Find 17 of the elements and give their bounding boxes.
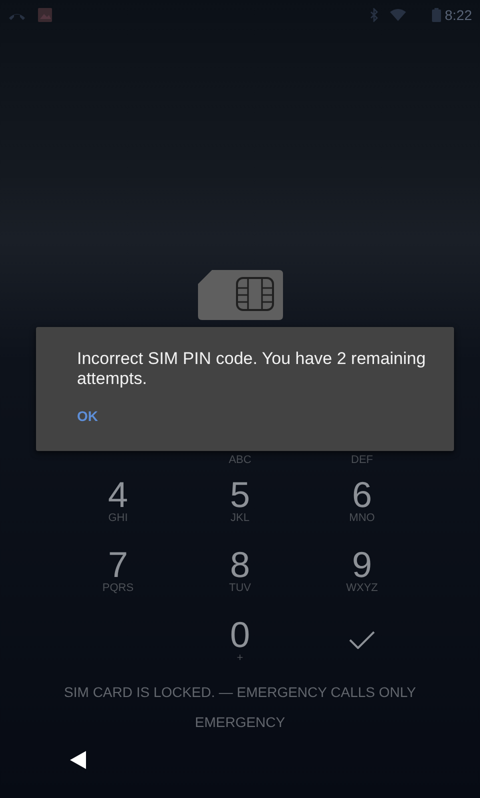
keypad-key[interactable]: 5 JKL — [179, 477, 301, 547]
image-icon — [38, 8, 52, 22]
keypad-key[interactable]: 4 GHI — [57, 477, 179, 547]
clock-time: 8:22 — [444, 6, 472, 24]
keypad-key[interactable]: 9 WXYZ — [301, 547, 423, 617]
sim-card-icon — [198, 270, 282, 320]
bluetooth-icon — [370, 8, 378, 22]
keypad-key[interactable]: 6 MNO — [301, 477, 423, 547]
dialog-message: Incorrect SIM PIN code. You have 2 remaining attempts. — [77, 349, 426, 389]
wifi-icon — [390, 9, 406, 21]
ok-button[interactable]: OK — [77, 402, 98, 431]
checkmark-icon — [349, 631, 375, 649]
emergency-button[interactable]: EMERGENCY — [188, 711, 292, 734]
keypad-key[interactable]: 7 PQRS — [57, 547, 179, 617]
back-icon[interactable] — [70, 750, 86, 769]
keypad-key[interactable]: 8 TUV — [179, 547, 301, 617]
battery-icon — [432, 8, 441, 22]
